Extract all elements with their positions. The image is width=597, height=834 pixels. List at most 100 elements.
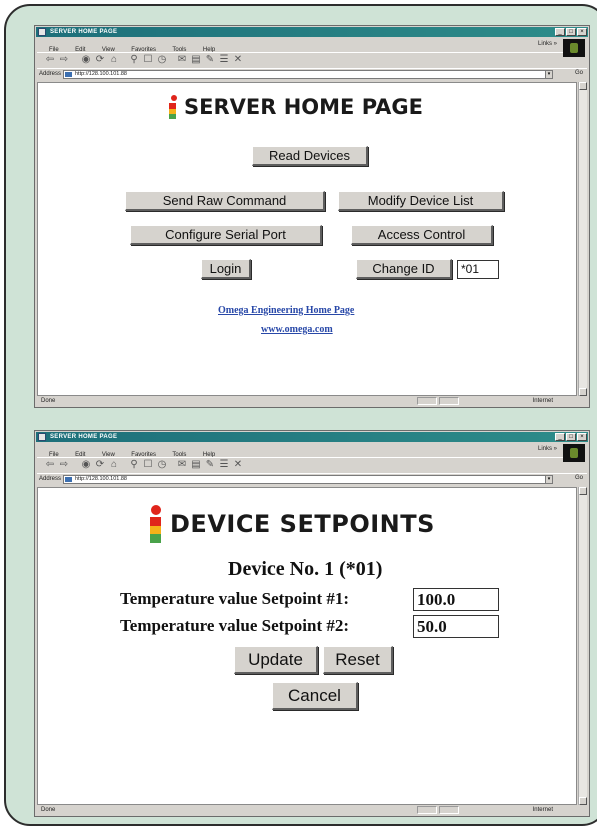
- history-icon[interactable]: ◷: [157, 460, 167, 470]
- scroll-up-icon[interactable]: [579, 82, 587, 90]
- page-content: SERVER HOME PAGE Read Devices Send Raw C…: [37, 82, 577, 396]
- browser-app-icon: [38, 28, 46, 36]
- minimize-button[interactable]: _: [555, 433, 565, 441]
- discuss-icon[interactable]: ☰: [219, 460, 229, 470]
- home-icon[interactable]: ⌂: [109, 55, 119, 65]
- favorites-icon[interactable]: ☐: [143, 460, 153, 470]
- forward-icon[interactable]: ⇨: [59, 460, 69, 470]
- omega-website-link[interactable]: www.omega.com: [261, 324, 333, 335]
- stop-icon[interactable]: ◉: [81, 55, 91, 65]
- address-label: Address: [39, 476, 62, 482]
- navigation-toolbar: ⇦ ⇨ ◉ ⟳ ⌂ ⚲ ☐ ◷ ✉ ▤ ✎ ☰ ✕: [37, 52, 563, 67]
- security-zone: Internet: [532, 398, 553, 404]
- print-icon[interactable]: ▤: [191, 460, 201, 470]
- status-panel: [439, 397, 459, 405]
- setpoint-2-input[interactable]: 50.0: [413, 615, 499, 638]
- scroll-down-icon[interactable]: [579, 388, 587, 396]
- status-panel: [417, 806, 437, 814]
- mail-icon[interactable]: ✉: [177, 55, 187, 65]
- modify-device-list-button[interactable]: Modify Device List: [338, 191, 504, 211]
- logo-dot: [171, 95, 177, 101]
- browser-window-server-home: SERVER HOME PAGE _ □ × File Edit View Fa…: [34, 25, 590, 408]
- send-raw-command-button[interactable]: Send Raw Command: [125, 191, 325, 211]
- edit-icon[interactable]: ✎: [205, 460, 215, 470]
- back-icon[interactable]: ⇦: [45, 55, 55, 65]
- close-button[interactable]: ×: [577, 433, 587, 441]
- cancel-button[interactable]: Cancel: [272, 682, 358, 710]
- scroll-up-icon[interactable]: [579, 487, 587, 495]
- forward-icon[interactable]: ⇨: [59, 55, 69, 65]
- edit-icon[interactable]: ✎: [205, 55, 215, 65]
- maximize-button[interactable]: □: [566, 433, 576, 441]
- setpoint-2-label: Temperature value Setpoint #2:: [120, 616, 350, 635]
- update-button[interactable]: Update: [234, 646, 318, 674]
- print-icon[interactable]: ▤: [191, 55, 201, 65]
- go-button[interactable]: Go: [575, 475, 583, 481]
- status-panel: [439, 806, 459, 814]
- address-bar: Address http://128.100.101.88 ▾ Go: [37, 68, 587, 81]
- messenger-icon[interactable]: ✕: [233, 460, 243, 470]
- address-input[interactable]: http://128.100.101.88: [63, 70, 547, 79]
- messenger-icon[interactable]: ✕: [233, 55, 243, 65]
- change-id-button[interactable]: Change ID: [356, 259, 452, 279]
- read-devices-button[interactable]: Read Devices: [252, 146, 368, 166]
- links-toolbar[interactable]: Links »: [538, 446, 557, 452]
- browser-window-device-setpoints: SERVER HOME PAGE _ □ × File Edit View Fa…: [34, 430, 590, 817]
- title-bar: SERVER HOME PAGE _ □ ×: [36, 432, 588, 442]
- refresh-icon[interactable]: ⟳: [95, 460, 105, 470]
- address-value: http://128.100.101.88: [75, 476, 127, 482]
- vertical-scrollbar[interactable]: [578, 487, 587, 805]
- login-button[interactable]: Login: [201, 259, 251, 279]
- refresh-icon[interactable]: ⟳: [95, 55, 105, 65]
- links-toolbar[interactable]: Links »: [538, 41, 557, 47]
- address-dropdown-icon[interactable]: ▾: [545, 475, 553, 484]
- omega-i-logo: [150, 505, 164, 543]
- logo-bar-green: [169, 114, 176, 119]
- omega-i-logo: [169, 95, 179, 119]
- search-icon[interactable]: ⚲: [129, 460, 139, 470]
- page-icon: [65, 72, 72, 77]
- device-id-field[interactable]: *01: [457, 260, 499, 279]
- page-title: SERVER HOME PAGE: [184, 95, 423, 119]
- window-title: SERVER HOME PAGE: [50, 434, 118, 440]
- address-label: Address: [39, 71, 62, 77]
- page-title: DEVICE SETPOINTS: [170, 510, 435, 538]
- status-bar: Done Internet: [37, 396, 587, 406]
- history-icon[interactable]: ◷: [157, 55, 167, 65]
- reset-button[interactable]: Reset: [323, 646, 393, 674]
- address-bar: Address http://128.100.101.88 ▾ Go: [37, 473, 587, 486]
- go-button[interactable]: Go: [575, 70, 583, 76]
- navigation-toolbar: ⇦ ⇨ ◉ ⟳ ⌂ ⚲ ☐ ◷ ✉ ▤ ✎ ☰ ✕: [37, 457, 563, 472]
- maximize-button[interactable]: □: [566, 28, 576, 36]
- favorites-icon[interactable]: ☐: [143, 55, 153, 65]
- browser-app-icon: [38, 433, 46, 441]
- back-icon[interactable]: ⇦: [45, 460, 55, 470]
- page-icon: [65, 477, 72, 482]
- address-input[interactable]: http://128.100.101.88: [63, 475, 547, 484]
- stop-icon[interactable]: ◉: [81, 460, 91, 470]
- configure-serial-port-button[interactable]: Configure Serial Port: [130, 225, 322, 245]
- browser-logo-icon: [563, 444, 585, 462]
- menu-bar: File Edit View Favorites Tools Help Link…: [37, 38, 587, 57]
- minimize-button[interactable]: _: [555, 28, 565, 36]
- scroll-down-icon[interactable]: [579, 797, 587, 805]
- address-dropdown-icon[interactable]: ▾: [545, 70, 553, 79]
- logo-bar-red: [150, 517, 161, 526]
- access-control-button[interactable]: Access Control: [351, 225, 493, 245]
- discuss-icon[interactable]: ☰: [219, 55, 229, 65]
- menu-bar: File Edit View Favorites Tools Help Link…: [37, 443, 587, 462]
- setpoint-1-input[interactable]: 100.0: [413, 588, 499, 611]
- logo-bar-green: [150, 534, 161, 543]
- omega-home-link[interactable]: Omega Engineering Home Page: [218, 305, 354, 316]
- mail-icon[interactable]: ✉: [177, 460, 187, 470]
- setpoint-1-label: Temperature value Setpoint #1:: [120, 589, 350, 608]
- status-panel: [417, 397, 437, 405]
- home-icon[interactable]: ⌂: [109, 460, 119, 470]
- close-button[interactable]: ×: [577, 28, 587, 36]
- browser-logo-icon: [563, 39, 585, 57]
- security-zone: Internet: [532, 807, 553, 813]
- search-icon[interactable]: ⚲: [129, 55, 139, 65]
- status-text: Done: [41, 398, 56, 404]
- vertical-scrollbar[interactable]: [578, 82, 587, 396]
- title-bar: SERVER HOME PAGE _ □ ×: [36, 27, 588, 37]
